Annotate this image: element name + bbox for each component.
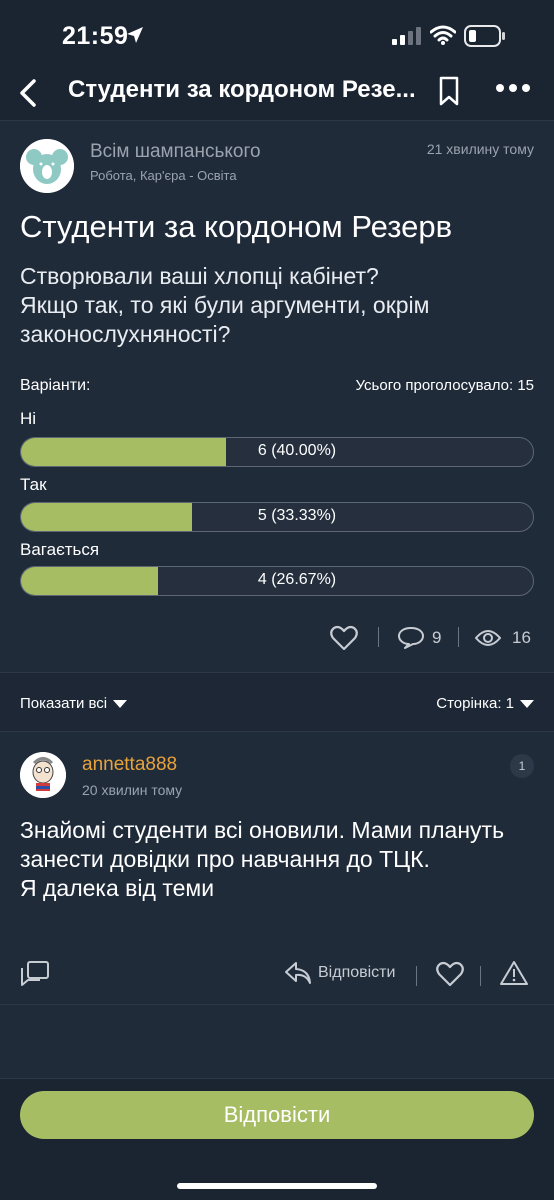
divider (378, 627, 379, 647)
nav-bar: Студенти за кордоном Резе... (0, 70, 554, 120)
poll-option-label: Так (20, 475, 47, 494)
poll-result: 4 (26.67%) (257, 571, 337, 588)
more-dots-icon (496, 84, 530, 92)
poll-option-label: Ні (20, 409, 37, 428)
cartoon-avatar-icon (20, 752, 66, 798)
battery-icon (464, 25, 506, 52)
reply-button[interactable]: Відповісти (20, 1091, 534, 1139)
divider (416, 966, 417, 986)
show-all-label: Показати всі (20, 695, 108, 712)
poll-option-bar[interactable]: 6 (40.00%) (20, 437, 534, 467)
comment-text-line: Я далека від теми (20, 875, 215, 901)
post-question: Створювали ваші хлопці кабінет? Якщо так… (20, 262, 534, 349)
wifi-icon (429, 25, 457, 50)
post-card: Всім шампанського Робота, Кар'єра - Осві… (0, 120, 554, 672)
back-button[interactable] (14, 75, 44, 111)
view-count: 16 (512, 628, 531, 647)
more-options-button[interactable] (494, 78, 532, 98)
show-all-dropdown[interactable]: Показати всі (20, 695, 128, 712)
eye-views-icon (474, 629, 502, 652)
comment-author[interactable]: annetta888 (82, 754, 177, 776)
bottom-bar: Відповісти (0, 1078, 554, 1200)
post-category[interactable]: Робота, Кар'єра - Освіта (90, 168, 237, 183)
commenter-avatar[interactable] (20, 752, 66, 798)
caret-down-icon (113, 700, 128, 709)
comment-count: 9 (432, 628, 442, 647)
like-heart-icon[interactable] (330, 625, 358, 656)
like-heart-icon[interactable] (436, 961, 464, 992)
section-divider (0, 1004, 554, 1005)
reply-link[interactable]: Відповісти (318, 964, 395, 982)
divider (458, 627, 459, 647)
cellular-signal-icon (392, 27, 422, 50)
post-actions: 9 16 (0, 621, 554, 657)
comment-card: annetta888 20 хвилин тому 1 Знайомі студ… (0, 732, 554, 1004)
warning-report-icon[interactable] (500, 960, 528, 991)
page-label: Сторінка: 1 (436, 695, 514, 712)
caret-down-icon (520, 700, 534, 709)
post-question-line: Якщо так, то які були аргументи, окрім з… (20, 292, 430, 347)
comment-text: Знайомі студенти всі оновили. Мами плану… (20, 816, 540, 903)
author-avatar[interactable] (20, 139, 74, 193)
home-indicator (177, 1183, 377, 1189)
comment-actions: Відповісти (0, 954, 554, 994)
poll-result: 6 (40.00%) (257, 442, 337, 459)
status-time: 21:59 (62, 22, 129, 50)
poll-option-bar[interactable]: 5 (33.33%) (20, 502, 534, 532)
quote-icon[interactable] (20, 960, 50, 993)
bookmark-icon (439, 76, 459, 106)
poll-result: 5 (33.33%) (257, 507, 337, 524)
location-arrow-icon (126, 26, 144, 49)
poll-option-bar[interactable]: 4 (26.67%) (20, 566, 534, 596)
post-time: 21 хвилину тому (426, 141, 534, 157)
post-author[interactable]: Всім шампанського (90, 141, 261, 163)
comment-number-badge: 1 (510, 754, 534, 778)
status-bar: 21:59 (0, 0, 554, 70)
comment-text-line: Знайомі студенти всі оновили. Мами плану… (20, 817, 505, 872)
poll-label: Варіанти: (20, 377, 91, 394)
koala-avatar-icon (20, 139, 74, 193)
comment-time: 20 хвилин тому (82, 782, 183, 798)
filter-bar: Показати всі Сторінка: 1 (0, 672, 554, 732)
reply-arrow-icon[interactable] (284, 960, 312, 991)
poll-option-label: Вагається (20, 540, 100, 559)
poll-total-votes: Усього проголосувало: 15 (355, 377, 534, 394)
page-dropdown[interactable]: Сторінка: 1 (436, 695, 534, 712)
post-question-line: Створювали ваші хлопці кабінет? (20, 263, 379, 289)
divider (480, 966, 481, 986)
comment-bubble-icon[interactable] (397, 626, 425, 655)
chevron-left-icon (20, 79, 36, 107)
bookmark-button[interactable] (437, 75, 461, 107)
post-title: Студенти за кордоном Резерв (20, 209, 453, 244)
nav-title: Студенти за кордоном Резе... (68, 76, 416, 103)
